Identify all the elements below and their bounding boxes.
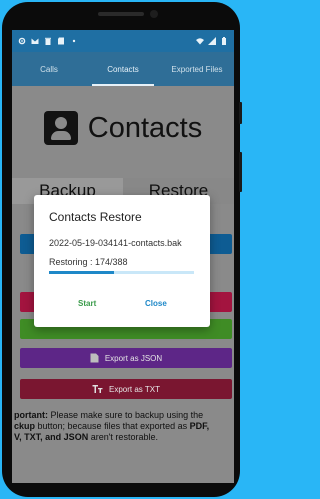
gmail-icon — [31, 38, 39, 44]
restore-progress-bar — [49, 271, 194, 274]
volume-button — [239, 152, 242, 192]
front-camera — [150, 10, 158, 18]
close-button[interactable]: Close — [145, 299, 167, 308]
page-header: Contacts — [12, 96, 234, 160]
start-button[interactable]: Start — [78, 299, 96, 308]
restore-progress-fill — [49, 271, 114, 274]
contact-card-icon — [43, 111, 78, 145]
dialog-title: Contacts Restore — [49, 210, 142, 224]
tab-calls[interactable]: Calls — [12, 52, 86, 86]
signal-icon — [208, 37, 216, 45]
status-bar — [12, 30, 234, 52]
tab-bar: Calls Contacts Exported Files — [12, 52, 234, 86]
speaker-grille — [98, 12, 144, 16]
contacts-restore-dialog: Contacts Restore 2022-05-19-034141-conta… — [34, 195, 210, 327]
backup-filename: 2022-05-19-034141-contacts.bak — [49, 238, 182, 248]
json-file-icon — [90, 353, 99, 363]
text-format-icon — [92, 385, 103, 393]
export-txt-label: Export as TXT — [109, 384, 160, 394]
trash-icon — [45, 37, 51, 45]
export-txt-button[interactable]: Export as TXT — [20, 379, 232, 399]
tab-exported-files[interactable]: Exported Files — [160, 52, 234, 86]
wifi-icon — [196, 38, 204, 45]
export-json-label: Export as JSON — [104, 353, 163, 363]
restore-progress-text: Restoring : 174/388 — [49, 257, 128, 267]
phone-frame: Calls Contacts Exported Files Contacts B… — [2, 2, 242, 497]
tab-contacts[interactable]: Contacts — [86, 52, 160, 86]
page-title: Contacts — [87, 111, 203, 144]
battery-icon — [222, 37, 226, 45]
restore-warning-note: portant: Please make sure to backup usin… — [14, 410, 210, 442]
power-button — [239, 102, 242, 124]
export-json-button[interactable]: Export as JSON — [20, 348, 232, 368]
tab-label: Contacts — [107, 64, 139, 74]
dot-icon — [72, 39, 76, 43]
tab-label: Exported Files — [171, 64, 223, 74]
tab-label: Calls — [40, 64, 58, 74]
gear-icon — [18, 37, 26, 45]
sd-card-icon — [58, 37, 64, 45]
